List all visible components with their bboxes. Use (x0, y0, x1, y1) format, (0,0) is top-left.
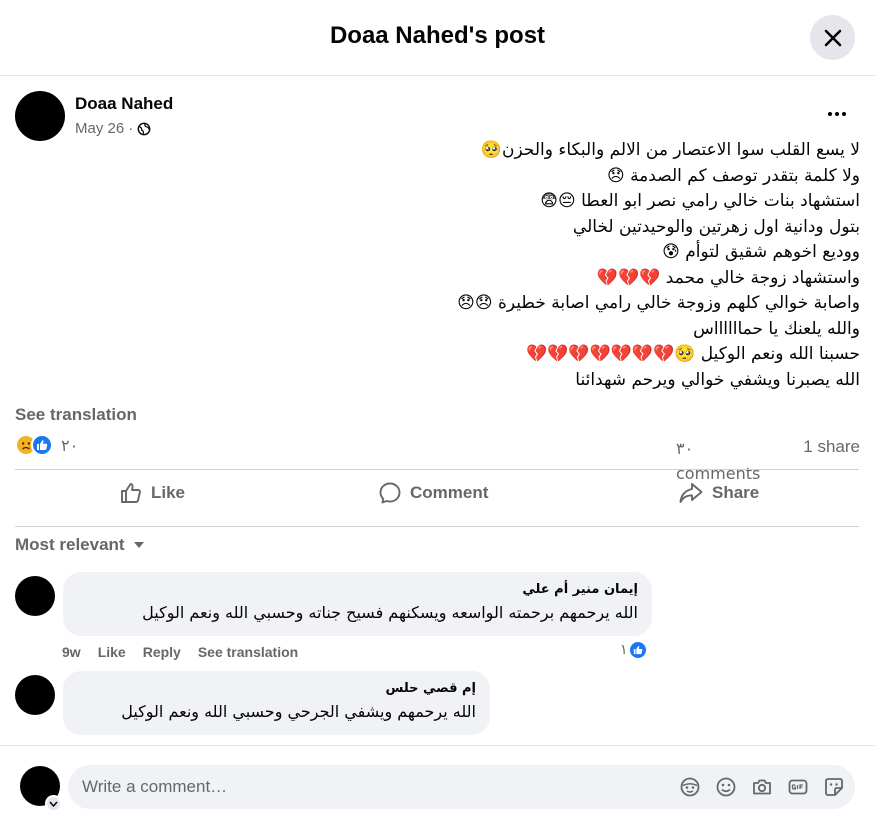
like-icon (121, 483, 141, 503)
share-button[interactable]: Share (678, 481, 759, 505)
globe-icon[interactable] (137, 122, 151, 136)
comment-input[interactable] (82, 765, 662, 809)
post-meta: May 26 · (75, 120, 151, 137)
share-icon (679, 483, 703, 503)
share-label: Share (712, 483, 760, 502)
post-actions-bar: Like Comment Share (15, 470, 859, 525)
camera-button[interactable] (751, 776, 773, 798)
sticker-button[interactable] (823, 776, 845, 798)
shares-count-link[interactable]: 1 share (803, 437, 860, 457)
post-line: لا يسع القلب سوا الاعتصار من الالم والبك… (480, 140, 860, 160)
avatar-sticker-button[interactable] (679, 776, 701, 798)
camera-icon (753, 779, 771, 795)
like-label: Like (151, 483, 186, 502)
more-dot-icon (828, 112, 832, 116)
gif-button[interactable] (787, 776, 809, 798)
more-dot-icon (842, 112, 846, 116)
composer-tools (679, 776, 845, 798)
like-button[interactable]: Like (119, 481, 185, 505)
commenter-name[interactable]: إيمان منير أم علي (77, 580, 638, 600)
meta-separator: · (128, 120, 134, 137)
gif-icon (788, 779, 808, 795)
comment-button[interactable]: Comment (378, 481, 488, 505)
sort-label: Most relevant (15, 535, 125, 554)
divider (15, 526, 859, 527)
profile-switch-button[interactable] (45, 795, 62, 812)
comment-like-count: ١ (620, 642, 628, 658)
like-reaction-icon (31, 434, 53, 456)
chevron-down-icon (49, 801, 58, 807)
reactions-summary[interactable]: ٢٠ (15, 434, 78, 456)
author-name[interactable]: Doaa Nahed (75, 94, 173, 114)
post-line: ووديع اخوهم شقيق لتوأم 😰 (662, 242, 860, 262)
emoji-button[interactable] (715, 776, 737, 798)
caret-down-icon (133, 542, 144, 548)
author-avatar[interactable] (15, 91, 65, 141)
close-icon (824, 29, 841, 46)
post-line: بتول ودانية اول زهرتين والوحيدتين لخالي (572, 216, 860, 237)
comment-bubble: إم قصي حلس الله يرحمهم ويشفي الجرحي وحسب… (63, 671, 490, 735)
more-options-button[interactable] (825, 104, 849, 124)
comment-text: الله يرحمهم ويشفي الجرحي وحسبي الله ونعم… (121, 702, 476, 721)
post-text: لا يسع القلب سوا الاعتصار من الالم والبك… (15, 138, 860, 393)
post-line: الله يصبرنا ويشفي خوالي ويرحم شهدائنا (575, 369, 860, 390)
commenter-avatar[interactable] (15, 675, 55, 715)
reaction-count: ٢٠ (61, 435, 79, 455)
comment-like-button[interactable]: Like (98, 644, 126, 660)
avatar-sticker-icon (680, 777, 700, 797)
commenter-avatar[interactable] (15, 576, 55, 616)
comment-sort-dropdown[interactable]: Most relevant (15, 535, 145, 555)
comment-bubble: إيمان منير أم علي الله يرحمهم برحمته الو… (63, 572, 652, 636)
sticker-icon (825, 778, 843, 796)
more-dot-icon (835, 112, 839, 116)
comment-reaction-badge[interactable]: ١ (620, 640, 648, 660)
post-line: ولا كلمة بتقدر توصف كم الصدمة 😞 (606, 165, 860, 186)
post-line: والله يلعنك يا حمااااااس (693, 318, 860, 339)
commenter-name[interactable]: إم قصي حلس (77, 679, 476, 699)
post-line: واستشهاد زوجة خالي محمد 💔💔💔 (596, 267, 860, 288)
post-date[interactable]: May 26 (75, 120, 124, 137)
author-avatar-wrap[interactable] (15, 91, 65, 141)
post-dialog-header: Doaa Nahed's post (0, 0, 875, 76)
comment-icon (379, 482, 401, 504)
comment-label: Comment (410, 483, 489, 502)
comment-text: الله يرحمهم برحمته الواسعه ويسكنهم فسيح … (142, 603, 638, 622)
dialog-title: Doaa Nahed's post (329, 22, 546, 49)
comment-time[interactable]: 9w (62, 644, 81, 660)
comment-translate-link[interactable]: See translation (198, 644, 298, 660)
close-button[interactable] (810, 15, 855, 60)
comment-reply-button[interactable]: Reply (143, 644, 181, 660)
like-reaction-icon (627, 640, 648, 660)
comment-composer (0, 745, 875, 832)
comment-input-box[interactable] (68, 765, 855, 809)
emoji-icon (716, 777, 736, 797)
post-line: حسبنا الله ونعم الوكيل 🥺💔💔💔💔💔💔💔 (526, 344, 860, 364)
post-line: واصابة خوالي كلهم وزوجة خالي رامي اصابة … (457, 293, 860, 313)
see-translation-link[interactable]: See translation (15, 405, 137, 425)
comment-actions: 9w Like Reply See translation (62, 644, 298, 660)
post-line: استشهاد بنات خالي رامي نصر ابو العطا 😔😨 (540, 191, 860, 211)
